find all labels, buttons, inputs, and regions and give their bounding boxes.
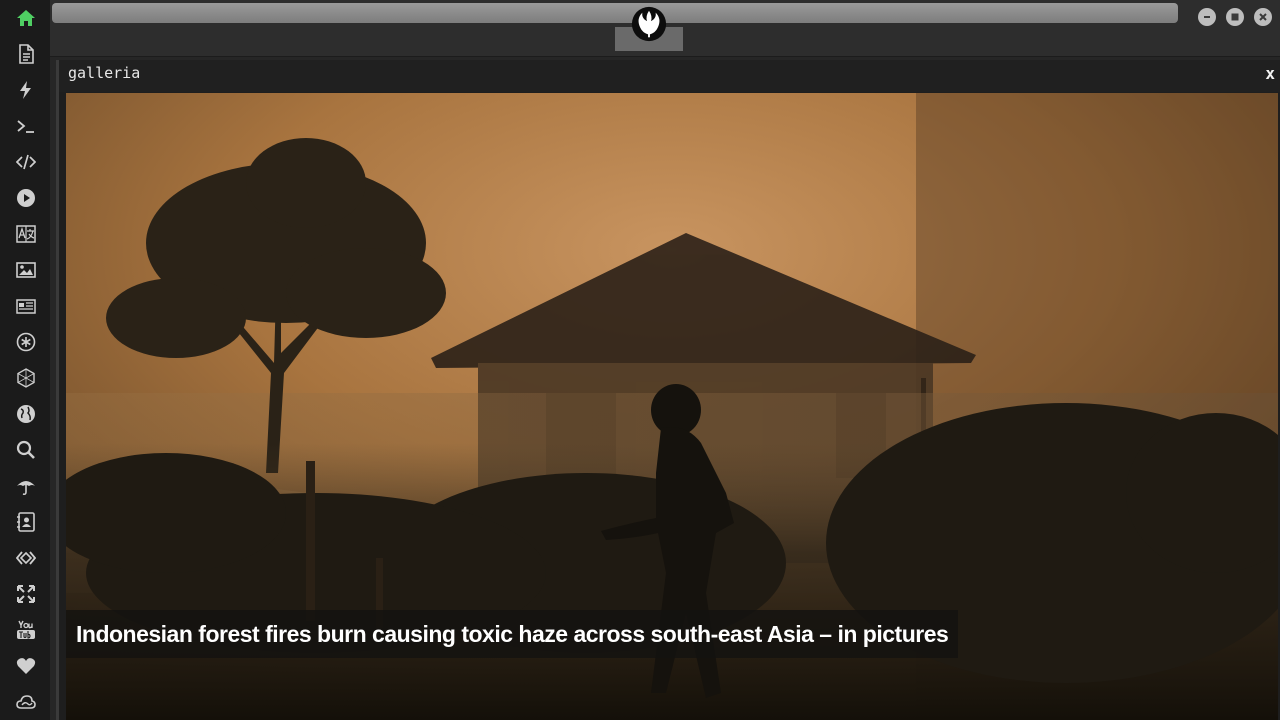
- close-icon[interactable]: [1254, 8, 1272, 26]
- cloud-icon[interactable]: [13, 689, 39, 715]
- youtube-icon[interactable]: [13, 617, 39, 643]
- minimize-icon[interactable]: [1198, 8, 1216, 26]
- code-icon[interactable]: [13, 149, 39, 175]
- network-icon[interactable]: [13, 545, 39, 571]
- heart-icon[interactable]: [13, 653, 39, 679]
- logo-tab[interactable]: [615, 0, 683, 52]
- contact-card-icon[interactable]: [13, 509, 39, 535]
- lightning-icon[interactable]: [13, 77, 39, 103]
- globe-icon[interactable]: [13, 401, 39, 427]
- maximize-icon[interactable]: [1226, 8, 1244, 26]
- umbrella-icon[interactable]: [13, 473, 39, 499]
- rebel-alliance-logo-icon: [631, 6, 667, 42]
- home-icon[interactable]: [13, 5, 39, 31]
- window-header: galleria x: [59, 60, 1280, 92]
- expand-icon[interactable]: [13, 581, 39, 607]
- sidebar: [0, 0, 50, 720]
- search-icon[interactable]: [13, 437, 39, 463]
- translate-icon[interactable]: [13, 221, 39, 247]
- image-icon[interactable]: [13, 257, 39, 283]
- news-icon[interactable]: [13, 293, 39, 319]
- terminal-icon[interactable]: [13, 113, 39, 139]
- hexagon-icon[interactable]: [13, 365, 39, 391]
- window-close-button[interactable]: x: [1265, 64, 1275, 83]
- window-title: galleria: [68, 64, 141, 82]
- document-icon[interactable]: [13, 41, 39, 67]
- settings-wheel-icon[interactable]: [13, 329, 39, 355]
- play-icon[interactable]: [13, 185, 39, 211]
- photo-caption: Indonesian forest fires burn causing tox…: [66, 610, 959, 658]
